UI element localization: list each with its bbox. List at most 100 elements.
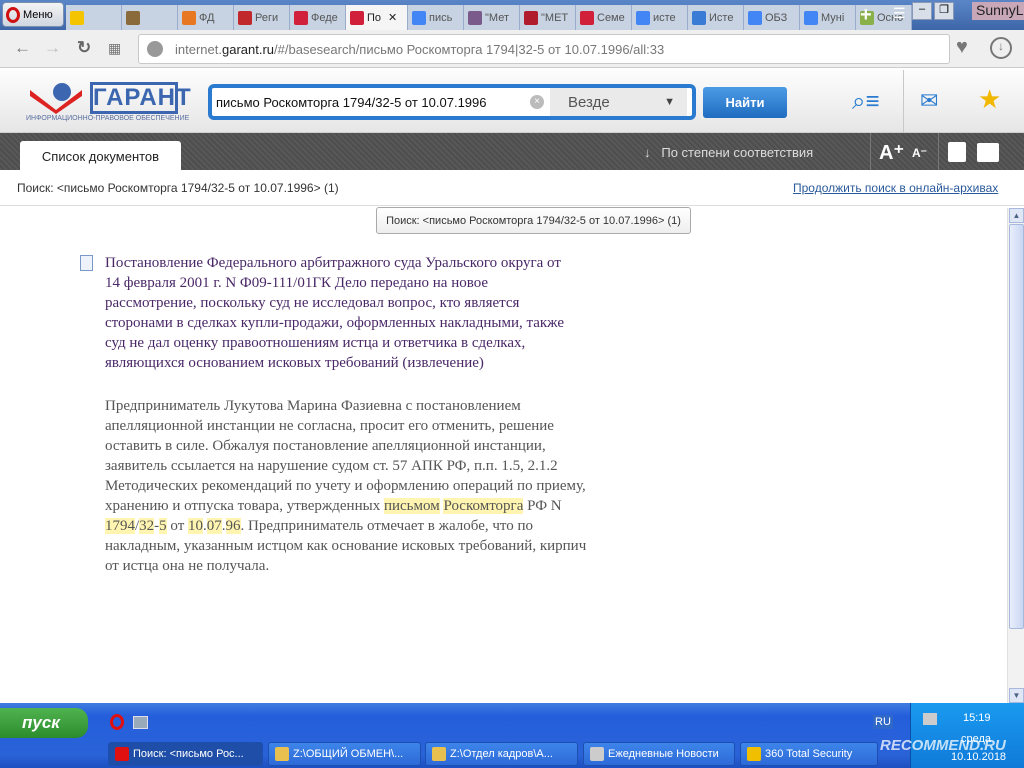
tab-label: ОБЗ (765, 11, 788, 24)
find-button[interactable]: Найти (703, 87, 787, 118)
scroll-up-icon[interactable]: ▲ (1009, 208, 1024, 223)
opera-quicklaunch-icon[interactable] (110, 714, 124, 730)
taskbar-item-label: Z:\ОБЩИЙ ОБМЕН\... (293, 748, 404, 760)
clear-icon[interactable]: × (530, 95, 544, 109)
search-box: × Везде ▼ (208, 84, 696, 120)
highlight: 10 (188, 518, 204, 534)
taskbar-item-label: Ежедневные Новости (608, 748, 719, 760)
logo-text: ГАРАНТ (93, 84, 192, 111)
language-indicator[interactable]: RU (873, 715, 893, 729)
scope-select[interactable]: Везде ▼ (550, 88, 687, 116)
fire-extinguisher-icon (238, 10, 252, 25)
opera-logo-icon (6, 6, 20, 23)
highlight: Роскомторга (443, 498, 524, 514)
search-info: Поиск: <письмо Роскомторга 1794/32-5 от … (17, 181, 339, 195)
browser-tab[interactable]: ОБЗ (744, 5, 800, 30)
tab-document-list[interactable]: Список документов (20, 141, 181, 170)
browser-tab[interactable]: Исте (688, 5, 744, 30)
divider (870, 133, 871, 170)
result-title-link[interactable]: Постановление Федерального арбитражного … (105, 253, 575, 373)
garant-icon (580, 10, 594, 25)
speed-dial-icon[interactable]: ▦ (108, 40, 121, 57)
snippet-text: . (221, 518, 226, 534)
garant-icon (350, 10, 364, 25)
taskbar-item-label: Поиск: <письмо Рос... (133, 748, 244, 760)
search-input[interactable] (212, 94, 530, 110)
font-decrease-icon[interactable]: A⁻ (912, 146, 927, 160)
new-tab-icon[interactable]: + (860, 4, 872, 27)
mail-user-icon[interactable]: ✉ (920, 88, 938, 114)
browser-tab[interactable]: Реги (234, 5, 290, 30)
restore-icon[interactable]: ❐ (934, 2, 954, 20)
opera-menu-button[interactable]: Меню (2, 2, 64, 27)
divider (938, 133, 939, 170)
360-security-icon (747, 747, 761, 761)
highlight: 5 (159, 518, 167, 534)
start-button[interactable]: пуск (0, 708, 88, 738)
scroll-down-icon[interactable]: ▼ (1009, 688, 1024, 703)
news-icon (590, 747, 604, 761)
taskbar-item[interactable]: Ежедневные Новости (583, 742, 735, 766)
print-icon[interactable] (977, 143, 999, 162)
tab-label: исте (653, 11, 676, 24)
sort-button[interactable]: ↓ По степени соответствия (644, 145, 813, 160)
browser-tab[interactable]: Феде (290, 5, 346, 30)
avatar-icon (468, 10, 482, 25)
browser-tab[interactable] (66, 5, 122, 30)
taskbar-item[interactable]: 360 Total Security (740, 742, 878, 766)
browser-tab[interactable]: Муні (800, 5, 856, 30)
site-info-icon[interactable] (147, 41, 163, 57)
browser-tab[interactable]: исте (632, 5, 688, 30)
star-icon[interactable]: ★ (978, 84, 1001, 115)
archive-search-link[interactable]: Продолжить поиск в онлайн-архивах (793, 181, 998, 195)
window-controls: – ❐ (912, 2, 954, 20)
reload-icon[interactable]: ↻ (77, 38, 91, 58)
browser-tab[interactable]: Семе (576, 5, 632, 30)
garant-logo[interactable]: ГАРАНТ (90, 82, 191, 114)
tab-label: Феде (311, 11, 338, 24)
show-desktop-icon[interactable] (133, 716, 148, 729)
google-icon (748, 10, 762, 25)
tab-label: Исте (709, 11, 734, 24)
minimize-icon[interactable]: – (912, 2, 932, 20)
snippet-text: от (166, 518, 189, 534)
menu-label: Меню (23, 8, 53, 21)
browser-tab[interactable]: "МЕТ (520, 5, 576, 30)
browser-tab[interactable]: пись (408, 5, 464, 30)
result-snippet: Предприниматель Лукутова Марина Фазиевна… (105, 396, 587, 576)
forward-icon[interactable]: → (44, 38, 61, 58)
browser-tab[interactable]: По ✕ (346, 5, 408, 30)
user-name: SunnyL (972, 2, 1024, 20)
highlight: 1794 (105, 518, 135, 534)
tab-menu-icon[interactable]: ☰ (893, 5, 906, 22)
garant-logo-figure-icon (30, 83, 82, 114)
clock-time[interactable]: 15:19 (963, 712, 991, 724)
highlight: 07 (206, 518, 222, 534)
vertical-scrollbar[interactable]: ▲ ▼ (1007, 208, 1024, 703)
garant-icon (294, 10, 308, 25)
taskbar-item[interactable]: Поиск: <письмо Рос... (108, 742, 263, 766)
watermark: RECOMMEND.RU (880, 737, 1006, 754)
close-tab-icon[interactable]: ✕ (388, 11, 397, 24)
url-field[interactable]: internet. garant.ru/#/basesearch/письмо Р… (138, 34, 950, 64)
back-icon[interactable]: ← (14, 38, 31, 58)
advanced-search-icon[interactable]: ⌕≡ (852, 88, 879, 116)
heart-icon[interactable]: ♥ (956, 36, 968, 59)
browser-tab[interactable]: ФД (178, 5, 234, 30)
google-icon (636, 10, 650, 25)
taskbar-item[interactable]: Z:\Отдел кадров\А... (425, 742, 578, 766)
browser-tab[interactable] (122, 5, 178, 30)
chevron-down-icon: ▼ (664, 96, 675, 108)
taskbar-item-label: Z:\Отдел кадров\А... (450, 748, 553, 760)
network-icon[interactable] (923, 713, 937, 725)
folder-icon (275, 747, 289, 761)
taskbar-item[interactable]: Z:\ОБЩИЙ ОБМЕН\... (268, 742, 421, 766)
save-icon[interactable] (948, 142, 966, 162)
font-increase-icon[interactable]: A⁺ (879, 140, 904, 165)
browser-tab[interactable]: "Мет (464, 5, 520, 30)
tab-label: "МЕТ (541, 11, 569, 24)
google-icon (804, 10, 818, 25)
search-tooltip: Поиск: <письмо Роскомторга 1794/32-5 от … (376, 207, 691, 234)
scroll-thumb[interactable] (1009, 224, 1024, 629)
download-icon[interactable]: ↓ (990, 37, 1012, 59)
